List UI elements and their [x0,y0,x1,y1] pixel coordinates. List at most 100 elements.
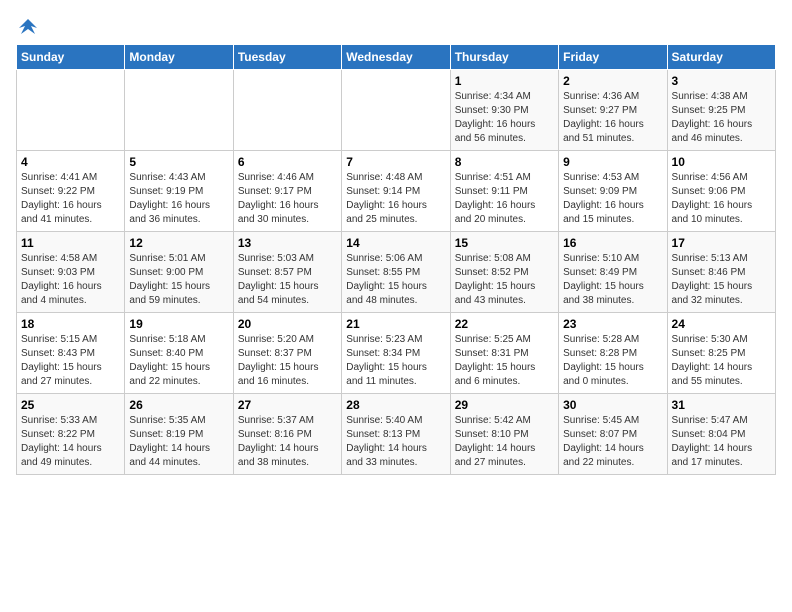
day-number: 6 [238,155,337,169]
day-detail: Sunrise: 4:58 AM Sunset: 9:03 PM Dayligh… [21,252,120,308]
day-detail: Sunrise: 5:33 AM Sunset: 8:22 PM Dayligh… [21,414,120,470]
calendar-day-cell: 6Sunrise: 4:46 AM Sunset: 9:17 PM Daylig… [233,151,341,232]
day-detail: Sunrise: 5:20 AM Sunset: 8:37 PM Dayligh… [238,333,337,389]
day-number: 25 [21,398,120,412]
calendar-day-cell: 16Sunrise: 5:10 AM Sunset: 8:49 PM Dayli… [559,232,667,313]
calendar-week-row: 18 Sunrise: 5:15 AM Sunset: 8:43 PM Dayli… [17,313,776,394]
day-detail: Sunrise: 5:25 AM Sunset: 8:31 PM Dayligh… [455,333,554,389]
calendar-day-cell: 21 Sunrise: 5:23 AM Sunset: 8:34 PM Dayli… [342,313,450,394]
day-detail: Sunrise: 5:08 AM Sunset: 8:52 PM Dayligh… [455,252,554,308]
calendar-week-row: 1 Sunrise: 4:34 AM Sunset: 9:30 PM Daylig… [17,70,776,151]
weekday-header-thursday: Thursday [450,45,558,70]
day-detail: Sunrise: 5:13 AM Sunset: 8:46 PM Dayligh… [672,252,771,308]
day-number: 7 [346,155,445,169]
calendar-week-row: 11 Sunrise: 4:58 AM Sunset: 9:03 PM Dayli… [17,232,776,313]
calendar-day-cell: 3 Sunrise: 4:38 AM Sunset: 9:25 PM Daylig… [667,70,775,151]
day-number: 31 [672,398,771,412]
weekday-header-monday: Monday [125,45,233,70]
day-number: 10 [672,155,771,169]
day-detail: Sunrise: 5:15 AM Sunset: 8:43 PM Dayligh… [21,333,120,389]
day-detail: Sunrise: 4:48 AM Sunset: 9:14 PM Dayligh… [346,171,445,227]
day-detail: Sunrise: 5:40 AM Sunset: 8:13 PM Dayligh… [346,414,445,470]
calendar-day-cell: 11 Sunrise: 4:58 AM Sunset: 9:03 PM Dayli… [17,232,125,313]
day-number: 21 [346,317,445,331]
day-number: 18 [21,317,120,331]
calendar-day-cell [125,70,233,151]
day-detail: Sunrise: 4:41 AM Sunset: 9:22 PM Dayligh… [21,171,120,227]
calendar-day-cell: 27 Sunrise: 5:37 AM Sunset: 8:16 PM Dayli… [233,394,341,475]
calendar-day-cell: 10 Sunrise: 4:56 AM Sunset: 9:06 PM Dayli… [667,151,775,232]
calendar-day-cell: 13Sunrise: 5:03 AM Sunset: 8:57 PM Dayli… [233,232,341,313]
calendar-day-cell: 26 Sunrise: 5:35 AM Sunset: 8:19 PM Dayli… [125,394,233,475]
calendar-table: SundayMondayTuesdayWednesdayThursdayFrid… [16,44,776,475]
day-number: 20 [238,317,337,331]
day-detail: Sunrise: 4:34 AM Sunset: 9:30 PM Dayligh… [455,90,554,146]
calendar-day-cell: 24 Sunrise: 5:30 AM Sunset: 8:25 PM Dayli… [667,313,775,394]
day-detail: Sunrise: 4:43 AM Sunset: 9:19 PM Dayligh… [129,171,228,227]
day-number: 29 [455,398,554,412]
calendar-day-cell: 23 Sunrise: 5:28 AM Sunset: 8:28 PM Dayli… [559,313,667,394]
day-detail: Sunrise: 5:37 AM Sunset: 8:16 PM Dayligh… [238,414,337,470]
day-number: 28 [346,398,445,412]
day-number: 22 [455,317,554,331]
calendar-day-cell: 29Sunrise: 5:42 AM Sunset: 8:10 PM Dayli… [450,394,558,475]
day-detail: Sunrise: 5:28 AM Sunset: 8:28 PM Dayligh… [563,333,662,389]
calendar-day-cell: 28 Sunrise: 5:40 AM Sunset: 8:13 PM Dayli… [342,394,450,475]
day-number: 8 [455,155,554,169]
calendar-day-cell [342,70,450,151]
weekday-header-saturday: Saturday [667,45,775,70]
header [16,16,776,34]
calendar-day-cell: 12Sunrise: 5:01 AM Sunset: 9:00 PM Dayli… [125,232,233,313]
day-number: 15 [455,236,554,250]
calendar-day-cell [17,70,125,151]
day-detail: Sunrise: 5:35 AM Sunset: 8:19 PM Dayligh… [129,414,228,470]
day-detail: Sunrise: 5:06 AM Sunset: 8:55 PM Dayligh… [346,252,445,308]
day-number: 5 [129,155,228,169]
day-number: 30 [563,398,662,412]
weekday-header-row: SundayMondayTuesdayWednesdayThursdayFrid… [17,45,776,70]
day-detail: Sunrise: 5:18 AM Sunset: 8:40 PM Dayligh… [129,333,228,389]
day-number: 24 [672,317,771,331]
calendar-day-cell: 5 Sunrise: 4:43 AM Sunset: 9:19 PM Daylig… [125,151,233,232]
day-number: 11 [21,236,120,250]
calendar-day-cell: 4Sunrise: 4:41 AM Sunset: 9:22 PM Daylig… [17,151,125,232]
calendar-day-cell [233,70,341,151]
day-number: 2 [563,74,662,88]
calendar-day-cell: 18 Sunrise: 5:15 AM Sunset: 8:43 PM Dayli… [17,313,125,394]
day-detail: Sunrise: 5:10 AM Sunset: 8:49 PM Dayligh… [563,252,662,308]
day-detail: Sunrise: 4:38 AM Sunset: 9:25 PM Dayligh… [672,90,771,146]
day-detail: Sunrise: 4:53 AM Sunset: 9:09 PM Dayligh… [563,171,662,227]
day-number: 19 [129,317,228,331]
day-number: 1 [455,74,554,88]
day-detail: Sunrise: 5:30 AM Sunset: 8:25 PM Dayligh… [672,333,771,389]
calendar-day-cell: 15 Sunrise: 5:08 AM Sunset: 8:52 PM Dayli… [450,232,558,313]
day-number: 12 [129,236,228,250]
day-detail: Sunrise: 5:45 AM Sunset: 8:07 PM Dayligh… [563,414,662,470]
logo [16,16,40,34]
day-detail: Sunrise: 4:36 AM Sunset: 9:27 PM Dayligh… [563,90,662,146]
day-number: 26 [129,398,228,412]
calendar-week-row: 4Sunrise: 4:41 AM Sunset: 9:22 PM Daylig… [17,151,776,232]
weekday-header-sunday: Sunday [17,45,125,70]
day-detail: Sunrise: 4:56 AM Sunset: 9:06 PM Dayligh… [672,171,771,227]
calendar-day-cell: 9Sunrise: 4:53 AM Sunset: 9:09 PM Daylig… [559,151,667,232]
day-detail: Sunrise: 4:51 AM Sunset: 9:11 PM Dayligh… [455,171,554,227]
calendar-day-cell: 2 Sunrise: 4:36 AM Sunset: 9:27 PM Daylig… [559,70,667,151]
calendar-day-cell: 22 Sunrise: 5:25 AM Sunset: 8:31 PM Dayli… [450,313,558,394]
weekday-header-tuesday: Tuesday [233,45,341,70]
calendar-day-cell: 25 Sunrise: 5:33 AM Sunset: 8:22 PM Dayli… [17,394,125,475]
calendar-day-cell: 30 Sunrise: 5:45 AM Sunset: 8:07 PM Dayli… [559,394,667,475]
calendar-day-cell: 14 Sunrise: 5:06 AM Sunset: 8:55 PM Dayli… [342,232,450,313]
weekday-header-wednesday: Wednesday [342,45,450,70]
day-number: 13 [238,236,337,250]
calendar-day-cell: 7 Sunrise: 4:48 AM Sunset: 9:14 PM Daylig… [342,151,450,232]
calendar-day-cell: 20 Sunrise: 5:20 AM Sunset: 8:37 PM Dayli… [233,313,341,394]
day-number: 14 [346,236,445,250]
calendar-day-cell: 19 Sunrise: 5:18 AM Sunset: 8:40 PM Dayli… [125,313,233,394]
day-number: 23 [563,317,662,331]
day-detail: Sunrise: 5:23 AM Sunset: 8:34 PM Dayligh… [346,333,445,389]
day-number: 3 [672,74,771,88]
day-detail: Sunrise: 5:47 AM Sunset: 8:04 PM Dayligh… [672,414,771,470]
day-number: 27 [238,398,337,412]
calendar-day-cell: 8 Sunrise: 4:51 AM Sunset: 9:11 PM Daylig… [450,151,558,232]
